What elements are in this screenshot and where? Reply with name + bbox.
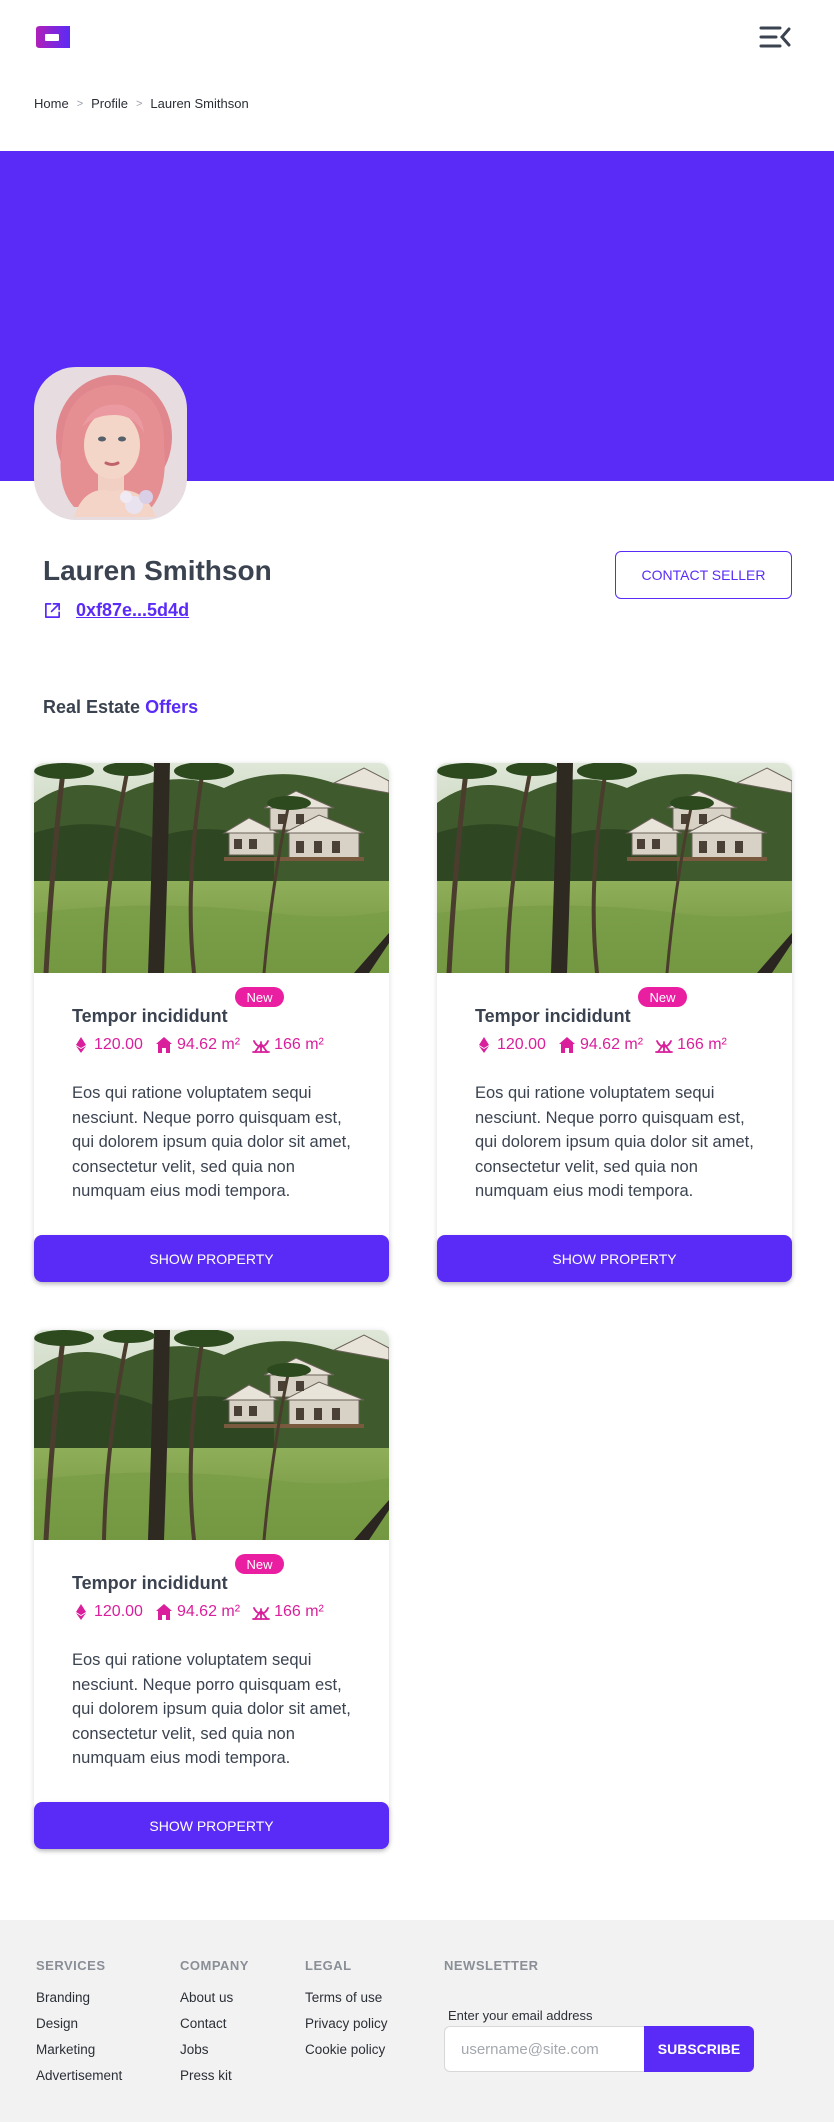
contact-seller-button[interactable]: CONTACT SELLER <box>615 551 792 599</box>
footer-heading: NEWSLETTER <box>444 1958 539 1973</box>
logo-icon <box>36 26 70 48</box>
menu-collapse-icon <box>759 26 791 48</box>
land-icon <box>655 1040 673 1053</box>
land-icon <box>252 1040 270 1053</box>
land-value: 166 m² <box>677 1036 727 1053</box>
section-title-prefix: Real Estate <box>43 697 141 717</box>
property-stats: 120.00 94.62 m² 166 m² <box>72 1036 324 1054</box>
land-value: 166 m² <box>274 1036 324 1053</box>
price-value: 120.00 <box>94 1603 143 1620</box>
footer-company: COMPANY About us Contact Jobs Press kit <box>180 1958 249 2094</box>
menu-button[interactable] <box>758 24 792 50</box>
footer-link-about[interactable]: About us <box>180 1990 249 2005</box>
footer-link-advertisement[interactable]: Advertisement <box>36 2068 122 2083</box>
footer-link-privacy[interactable]: Privacy policy <box>305 2016 388 2031</box>
show-property-button[interactable]: SHOW PROPERTY <box>34 1235 389 1282</box>
property-image <box>34 1330 389 1540</box>
subscribe-button[interactable]: SUBSCRIBE <box>644 2026 754 2072</box>
footer: SERVICES Branding Design Marketing Adver… <box>0 1920 834 2122</box>
footer-heading: SERVICES <box>36 1958 106 1973</box>
new-badge: New <box>235 987 284 1007</box>
price-value: 120.00 <box>497 1036 546 1053</box>
new-badge: New <box>235 1554 284 1574</box>
price-stat: 120.00 <box>475 1036 546 1054</box>
property-title: Tempor incididunt <box>72 1573 228 1593</box>
home-icon <box>155 1037 172 1053</box>
area-stat: 94.62 m² <box>558 1036 643 1054</box>
footer-link-jobs[interactable]: Jobs <box>180 2042 249 2057</box>
newsletter-email-input[interactable] <box>444 2026 645 2072</box>
price-stat: 120.00 <box>72 1036 143 1054</box>
logo[interactable] <box>34 26 70 48</box>
property-title: Tempor incididunt <box>72 1006 228 1026</box>
footer-link-cookie[interactable]: Cookie policy <box>305 2042 388 2057</box>
area-value: 94.62 m² <box>176 1603 241 1620</box>
area-stat: 94.62 m² <box>155 1036 240 1054</box>
wallet-link[interactable]: 0xf87e...5d4d <box>76 600 189 621</box>
property-card: New Tempor incididunt 120.00 94.62 m² 16… <box>437 763 792 1282</box>
property-description: Eos qui ratione voluptatem sequi nesciun… <box>72 1651 351 1767</box>
ethereum-icon <box>76 1604 86 1620</box>
property-image <box>34 763 389 973</box>
section-title: Real Estate Offers <box>43 697 198 718</box>
property-title: Tempor incididunt <box>475 1006 631 1026</box>
external-link-icon <box>44 602 61 619</box>
footer-services: SERVICES Branding Design Marketing Adver… <box>36 1958 122 2094</box>
newsletter-label: Enter your email address <box>448 2008 593 2023</box>
property-image <box>437 763 792 973</box>
show-property-button[interactable]: SHOW PROPERTY <box>34 1802 389 1849</box>
property-card: New Tempor incididunt 120.00 94.62 m² 16… <box>34 1330 389 1849</box>
footer-newsletter: NEWSLETTER <box>444 1958 539 1990</box>
area-value: 94.62 m² <box>579 1036 644 1053</box>
new-badge: New <box>638 987 687 1007</box>
wallet-address: 0xf87e...5d4d <box>43 600 189 621</box>
land-stat: 166 m² <box>655 1036 727 1054</box>
ethereum-icon <box>76 1037 86 1053</box>
breadcrumb-separator: > <box>135 97 143 110</box>
price-value: 120.00 <box>94 1036 143 1053</box>
breadcrumb: Home > Profile > Lauren Smithson <box>34 96 249 111</box>
property-description: Eos qui ratione voluptatem sequi nesciun… <box>475 1084 754 1200</box>
show-property-button[interactable]: SHOW PROPERTY <box>437 1235 792 1282</box>
footer-heading: COMPANY <box>180 1958 249 1973</box>
property-stats: 120.00 94.62 m² 166 m² <box>475 1036 727 1054</box>
breadcrumb-profile[interactable]: Profile <box>91 96 128 111</box>
avatar <box>34 367 187 520</box>
property-description: Eos qui ratione voluptatem sequi nesciun… <box>72 1084 351 1200</box>
land-stat: 166 m² <box>252 1036 324 1054</box>
area-stat: 94.62 m² <box>155 1603 240 1621</box>
profile-name: Lauren Smithson <box>43 555 272 586</box>
breadcrumb-separator: > <box>76 97 84 110</box>
footer-link-terms[interactable]: Terms of use <box>305 1990 388 2005</box>
property-stats: 120.00 94.62 m² 166 m² <box>72 1603 324 1621</box>
footer-link-branding[interactable]: Branding <box>36 1990 122 2005</box>
breadcrumb-home[interactable]: Home <box>34 96 69 111</box>
footer-heading: LEGAL <box>305 1958 352 1973</box>
footer-link-marketing[interactable]: Marketing <box>36 2042 122 2057</box>
home-icon <box>155 1604 172 1620</box>
footer-link-press-kit[interactable]: Press kit <box>180 2068 249 2083</box>
breadcrumb-current: Lauren Smithson <box>150 96 249 111</box>
ethereum-icon <box>479 1037 489 1053</box>
area-value: 94.62 m² <box>176 1036 241 1053</box>
property-card: New Tempor incididunt 120.00 94.62 m² 16… <box>34 763 389 1282</box>
footer-legal: LEGAL Terms of use Privacy policy Cookie… <box>305 1958 388 2068</box>
footer-link-contact[interactable]: Contact <box>180 2016 249 2031</box>
home-icon <box>558 1037 575 1053</box>
footer-link-design[interactable]: Design <box>36 2016 122 2031</box>
land-icon <box>252 1607 270 1620</box>
section-title-accent: Offers <box>145 697 199 717</box>
land-stat: 166 m² <box>252 1603 324 1621</box>
price-stat: 120.00 <box>72 1603 143 1621</box>
land-value: 166 m² <box>274 1603 324 1620</box>
